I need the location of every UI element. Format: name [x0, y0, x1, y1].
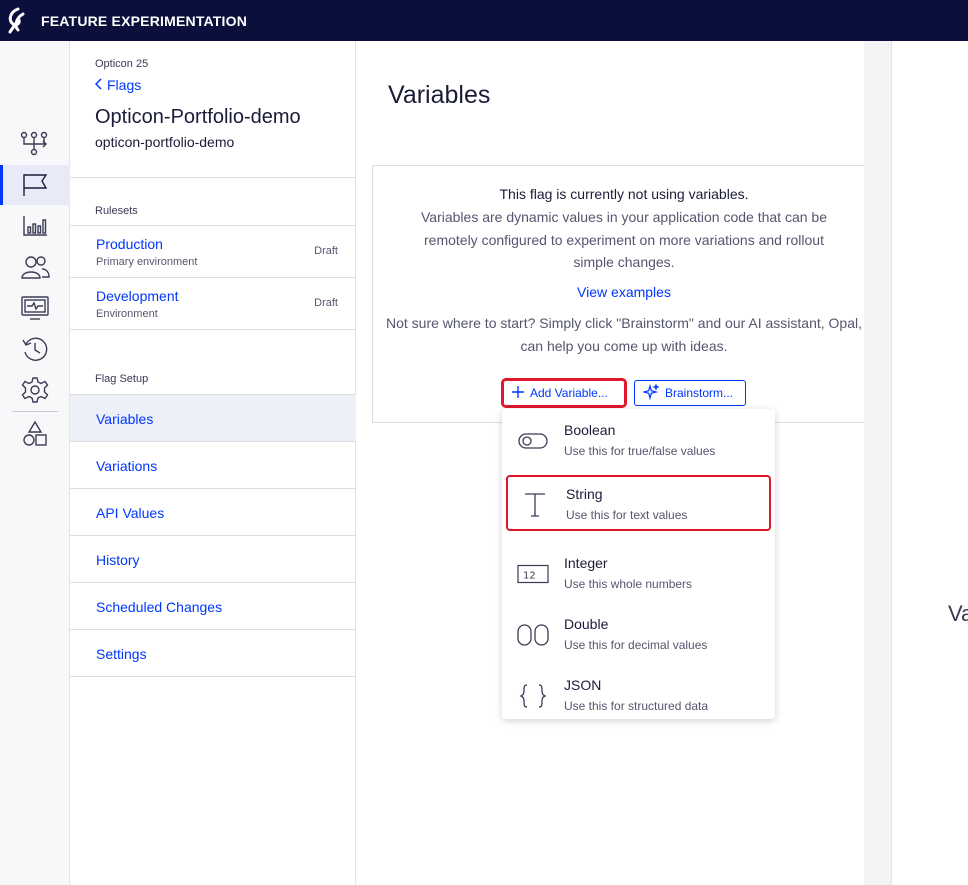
flag-setup-heading: Flag Setup [95, 373, 149, 385]
menu-item-label: Boolean [564, 422, 616, 438]
menu-item-json[interactable]: JSON Use this for structured data [502, 666, 775, 726]
chevron-left-icon [94, 77, 103, 93]
variable-type-menu: Boolean Use this for true/false values S… [502, 409, 775, 719]
icon-rail [0, 41, 70, 885]
monitor-icon[interactable] [0, 288, 70, 328]
nav-scheduled-changes[interactable]: Scheduled Changes [70, 583, 356, 630]
flag-sidebar: Opticon 25 Flags Opticon-Portfolio-demo … [70, 41, 356, 885]
nav-history[interactable]: History [70, 536, 356, 583]
brainstorm-hint: Not sure where to start? Simply click "B… [385, 315, 862, 354]
json-icon [516, 680, 550, 712]
flag-key: opticon-portfolio-demo [95, 134, 235, 150]
back-to-flags-link[interactable]: Flags [94, 77, 142, 93]
svg-text:12: 12 [523, 571, 536, 582]
right-panel [891, 41, 968, 885]
flow-icon[interactable] [0, 124, 70, 164]
view-examples-link[interactable]: View examples [373, 284, 875, 300]
optimizely-logo-icon[interactable] [0, 0, 32, 41]
menu-item-integer[interactable]: 12 Integer Use this whole numbers [502, 544, 775, 604]
add-variable-label: Add Variable... [530, 386, 608, 400]
menu-item-double[interactable]: Double Use this for decimal values [502, 605, 775, 665]
audiences-icon[interactable] [0, 247, 70, 287]
rulesets-heading: Rulesets [95, 205, 138, 217]
menu-item-label: Integer [564, 555, 608, 571]
empty-heading: This flag is currently not using variabl… [499, 186, 749, 202]
ruleset-name: Production [96, 236, 163, 252]
nav-settings[interactable]: Settings [70, 630, 356, 677]
history-icon[interactable] [0, 329, 70, 369]
menu-item-desc: Use this for decimal values [564, 638, 708, 652]
menu-item-desc: Use this for structured data [564, 699, 709, 713]
shapes-icon[interactable] [0, 414, 70, 454]
divider [70, 177, 356, 178]
menu-item-boolean[interactable]: Boolean Use this for true/false values [502, 411, 775, 471]
integer-icon: 12 [516, 558, 550, 590]
right-pane: Va [864, 41, 968, 885]
ruleset-name: Development [96, 288, 179, 304]
brainstorm-label: Brainstorm... [665, 386, 734, 400]
empty-state-panel: This flag is currently not using variabl… [372, 165, 876, 423]
menu-item-label: Double [564, 616, 609, 632]
menu-item-label: String [566, 486, 603, 502]
nav-variables[interactable]: Variables [70, 395, 356, 442]
divider [70, 676, 356, 677]
plus-icon [512, 385, 524, 401]
settings-icon[interactable] [0, 370, 70, 410]
sparkle-icon [641, 382, 660, 403]
ruleset-development[interactable]: Development Environment Draft [70, 278, 356, 330]
reports-icon[interactable] [0, 206, 70, 246]
flag-icon[interactable] [0, 165, 70, 205]
toggle-icon [516, 425, 550, 457]
menu-item-string[interactable]: String Use this for text values [506, 475, 771, 531]
brainstorm-button[interactable]: Brainstorm... [634, 380, 746, 406]
status-badge: Draft [314, 245, 338, 257]
right-pane-text: Va [948, 601, 968, 626]
menu-item-desc: Use this whole numbers [564, 577, 693, 591]
page-title: Variables [388, 81, 491, 109]
menu-item-label: JSON [564, 677, 602, 693]
status-badge: Draft [314, 297, 338, 309]
back-label: Flags [107, 77, 142, 93]
ruleset-sub: Primary environment [96, 256, 198, 268]
divider [70, 329, 356, 330]
flag-name: Opticon-Portfolio-demo [95, 106, 301, 128]
ruleset-sub: Environment [96, 308, 158, 320]
app-title: FEATURE EXPERIMENTATION [41, 12, 248, 29]
double-icon [516, 619, 550, 651]
rail-divider [12, 411, 58, 412]
project-name: Opticon 25 [95, 58, 149, 70]
add-variable-button[interactable]: Add Variable... [501, 378, 627, 408]
menu-item-desc: Use this for true/false values [564, 444, 716, 458]
menu-item-desc: Use this for text values [566, 508, 688, 522]
text-icon [518, 489, 552, 521]
empty-description: Variables are dynamic values in your app… [421, 209, 827, 270]
ruleset-production[interactable]: Production Primary environment Draft [70, 226, 356, 278]
nav-variations[interactable]: Variations [70, 442, 356, 489]
top-bar: FEATURE EXPERIMENTATION [0, 0, 968, 41]
nav-api-values[interactable]: API Values [70, 489, 356, 536]
